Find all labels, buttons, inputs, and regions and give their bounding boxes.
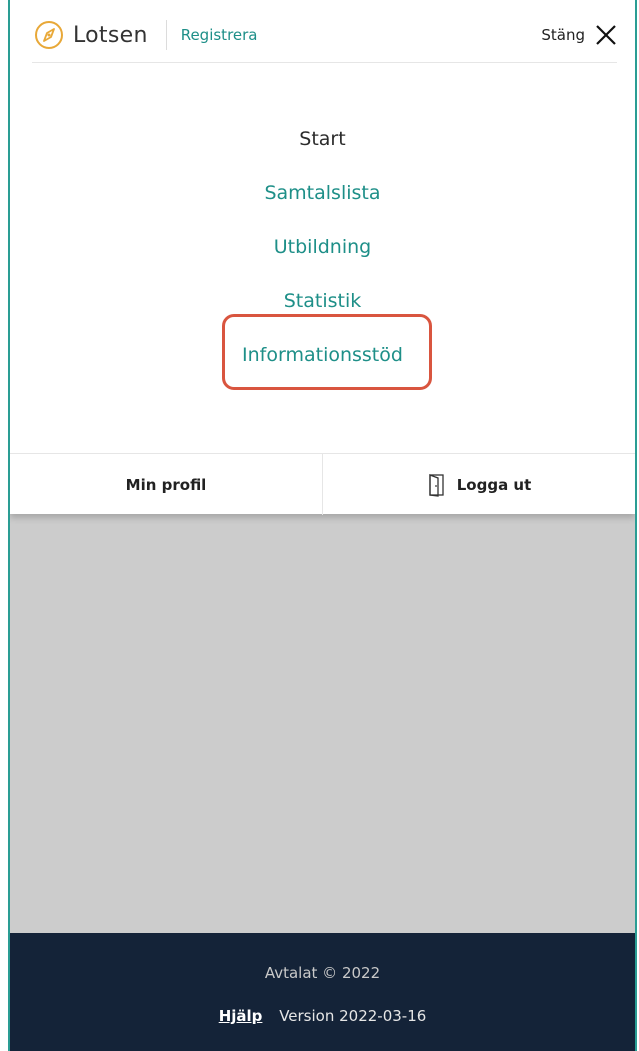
- site-footer: Avtalat © 2022 Hjälp Version 2022-03-16: [10, 933, 635, 1051]
- close-button[interactable]: Stäng: [541, 24, 617, 46]
- top-bar: Lotsen Registrera Stäng: [32, 8, 617, 63]
- app-frame: Lotsen Registrera Stäng Start Samtalslis…: [8, 0, 637, 1051]
- footer-meta: Hjälp Version 2022-03-16: [10, 1007, 635, 1025]
- menu-actions: Min profil Logga ut: [10, 453, 635, 515]
- nav-item-start[interactable]: Start: [299, 112, 345, 166]
- compass-icon[interactable]: [34, 20, 64, 50]
- nav-item-statistik[interactable]: Statistik: [284, 274, 362, 328]
- register-link[interactable]: Registrera: [181, 26, 258, 44]
- nav-item-samtalslista[interactable]: Samtalslista: [264, 166, 380, 220]
- menu-panel: Lotsen Registrera Stäng Start Samtalslis…: [10, 0, 635, 515]
- door-icon: [429, 473, 444, 497]
- nav-item-utbildning[interactable]: Utbildning: [274, 220, 371, 274]
- header-divider: [165, 20, 167, 50]
- profile-button[interactable]: Min profil: [10, 454, 322, 515]
- help-link[interactable]: Hjälp: [219, 1007, 263, 1025]
- copyright-text: Avtalat © 2022: [264, 964, 381, 982]
- brand-name[interactable]: Lotsen: [73, 23, 148, 48]
- logout-label: Logga ut: [456, 475, 532, 494]
- close-label: Stäng: [541, 26, 585, 44]
- logout-button[interactable]: Logga ut: [322, 454, 635, 515]
- profile-label: Min profil: [125, 475, 207, 494]
- main-nav: Start Samtalslista Utbildning Statistik …: [10, 112, 635, 382]
- nav-item-informationsstod[interactable]: Informationsstöd: [242, 328, 403, 382]
- version-text: Version 2022-03-16: [279, 1007, 427, 1025]
- close-icon: [596, 25, 616, 45]
